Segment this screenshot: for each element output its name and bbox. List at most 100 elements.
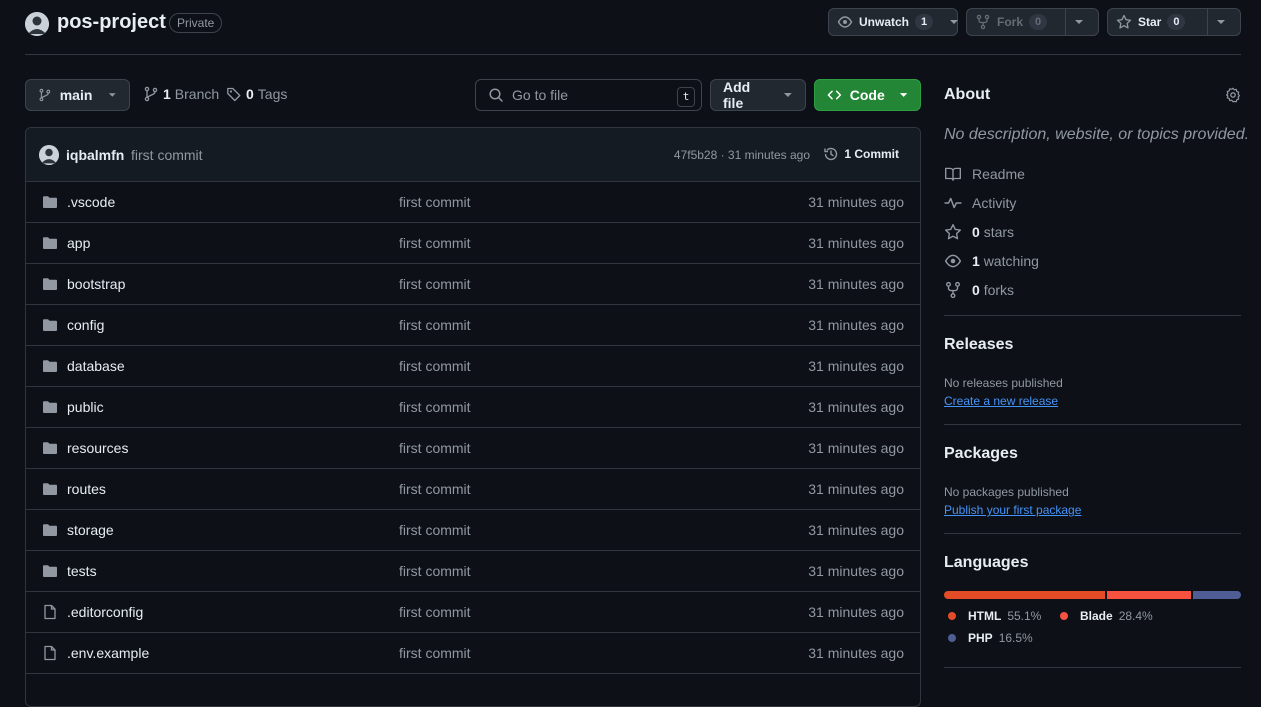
- folder-icon: [42, 235, 58, 251]
- forks-link[interactable]: 0 forks: [944, 281, 1014, 299]
- gear-icon[interactable]: [1225, 87, 1241, 103]
- file-name-link[interactable]: resources: [67, 440, 128, 456]
- star-icon: [1116, 14, 1132, 29]
- caret-down-icon: [784, 93, 793, 97]
- stars-link[interactable]: 0 stars: [944, 223, 1014, 241]
- file-commit-age: 31 minutes ago: [808, 194, 904, 210]
- file-list: .vscode first commit 31 minutes ago app firs…: [26, 182, 920, 674]
- file-commit-message[interactable]: first commit: [399, 604, 471, 620]
- language-name: HTML: [968, 609, 1002, 623]
- file-commit-message[interactable]: first commit: [399, 481, 471, 497]
- file-commit-message[interactable]: first commit: [399, 563, 471, 579]
- unwatch-label: Unwatch: [859, 15, 910, 29]
- file-row[interactable]: bootstrap first commit 31 minutes ago: [26, 264, 920, 305]
- releases-heading[interactable]: Releases: [944, 336, 1013, 354]
- language-color-dot: [1060, 612, 1068, 620]
- file-commit-age: 31 minutes ago: [808, 440, 904, 456]
- activity-link[interactable]: Activity: [944, 194, 1016, 212]
- file-row[interactable]: .editorconfig first commit 31 minutes ago: [26, 592, 920, 633]
- star-count: 0: [1167, 14, 1186, 30]
- owner-avatar[interactable]: [25, 12, 49, 36]
- language-item[interactable]: Blade 28.4%: [1060, 609, 1153, 623]
- caret-down-icon: [950, 20, 959, 24]
- star-dropdown[interactable]: [1208, 9, 1234, 35]
- file-commit-message[interactable]: first commit: [399, 276, 471, 292]
- forks-count: 0: [972, 282, 980, 298]
- repo-name-link[interactable]: pos-project: [57, 11, 166, 34]
- eye-icon: [944, 254, 962, 268]
- sidebar-divider: [944, 424, 1241, 425]
- language-percent: 16.5%: [998, 631, 1033, 645]
- file-row[interactable]: .vscode first commit 31 minutes ago: [26, 182, 920, 223]
- file-commit-age: 31 minutes ago: [808, 522, 904, 538]
- fork-dropdown[interactable]: [1066, 9, 1092, 35]
- file-commit-age: 31 minutes ago: [808, 481, 904, 497]
- search-shortcut-key: t: [677, 87, 695, 107]
- file-commit-message[interactable]: first commit: [399, 235, 471, 251]
- go-to-file-input[interactable]: Go to file t: [475, 79, 702, 111]
- commit-author-avatar[interactable]: [39, 145, 59, 165]
- sidebar-divider: [944, 667, 1241, 668]
- file-commit-message[interactable]: first commit: [399, 645, 471, 661]
- file-commit-age: 31 minutes ago: [808, 399, 904, 415]
- file-commit-message[interactable]: first commit: [399, 358, 471, 374]
- file-name-link[interactable]: config: [67, 317, 104, 333]
- add-file-button[interactable]: Add file: [710, 79, 806, 111]
- language-bar: [944, 591, 1241, 599]
- code-button[interactable]: Code: [814, 79, 921, 111]
- branch-selector[interactable]: main: [25, 79, 130, 111]
- fork-label: Fork: [997, 15, 1024, 29]
- packages-heading[interactable]: Packages: [944, 445, 1018, 463]
- caret-down-icon: [1217, 20, 1225, 24]
- code-label: Code: [849, 87, 885, 103]
- unwatch-button[interactable]: Unwatch 1: [828, 8, 959, 36]
- watching-link[interactable]: 1 watching: [944, 252, 1039, 270]
- file-row[interactable]: public first commit 31 minutes ago: [26, 387, 920, 428]
- branch-count-label: Branch: [174, 86, 220, 102]
- about-heading: About: [944, 86, 991, 103]
- file-name-link[interactable]: routes: [67, 481, 106, 497]
- file-commit-message[interactable]: first commit: [399, 194, 471, 210]
- watch-dropdown[interactable]: [941, 9, 967, 35]
- language-bar-segment: [944, 591, 1106, 599]
- file-commit-message[interactable]: first commit: [399, 440, 471, 456]
- language-item[interactable]: HTML 55.1%: [948, 609, 1041, 623]
- history-icon: [824, 147, 838, 161]
- file-name-link[interactable]: .editorconfig: [67, 604, 143, 620]
- file-name-link[interactable]: tests: [67, 563, 97, 579]
- file-commit-message[interactable]: first commit: [399, 399, 471, 415]
- branches-link[interactable]: 1 Branch: [143, 86, 219, 102]
- file-commit-message[interactable]: first commit: [399, 522, 471, 538]
- file-name-link[interactable]: .env.example: [67, 645, 149, 661]
- language-item[interactable]: PHP 16.5%: [948, 631, 1033, 645]
- file-row[interactable]: storage first commit 31 minutes ago: [26, 510, 920, 551]
- create-release-link[interactable]: Create a new release: [944, 394, 1058, 408]
- readme-link[interactable]: Readme: [944, 165, 1025, 183]
- commit-author[interactable]: iqbalmfn: [66, 147, 124, 163]
- file-commit-age: 31 minutes ago: [808, 235, 904, 251]
- tags-link[interactable]: 0 Tags: [226, 86, 287, 102]
- publish-package-link[interactable]: Publish your first package: [944, 503, 1081, 517]
- file-row[interactable]: app first commit 31 minutes ago: [26, 223, 920, 264]
- file-row[interactable]: tests first commit 31 minutes ago: [26, 551, 920, 592]
- commit-hash-time[interactable]: 47f5b28 · 31 minutes ago: [674, 148, 810, 162]
- file-row[interactable]: database first commit 31 minutes ago: [26, 346, 920, 387]
- file-name-link[interactable]: public: [67, 399, 104, 415]
- folder-icon: [42, 317, 58, 333]
- file-row[interactable]: config first commit 31 minutes ago: [26, 305, 920, 346]
- file-row[interactable]: .env.example first commit 31 minutes ago: [26, 633, 920, 674]
- file-name-link[interactable]: storage: [67, 522, 114, 538]
- file-name-link[interactable]: bootstrap: [67, 276, 125, 292]
- commit-message[interactable]: first commit: [131, 147, 203, 163]
- fork-button[interactable]: Fork 0: [966, 8, 1099, 36]
- file-row[interactable]: resources first commit 31 minutes ago: [26, 428, 920, 469]
- file-commit-message[interactable]: first commit: [399, 317, 471, 333]
- file-name-link[interactable]: .vscode: [67, 194, 115, 210]
- commits-link[interactable]: 1 Commit: [823, 146, 899, 162]
- tag-count: 0: [246, 86, 254, 102]
- file-name-link[interactable]: app: [67, 235, 90, 251]
- file-row[interactable]: routes first commit 31 minutes ago: [26, 469, 920, 510]
- star-button[interactable]: Star 0: [1107, 8, 1241, 36]
- file-commit-age: 31 minutes ago: [808, 604, 904, 620]
- file-name-link[interactable]: database: [67, 358, 125, 374]
